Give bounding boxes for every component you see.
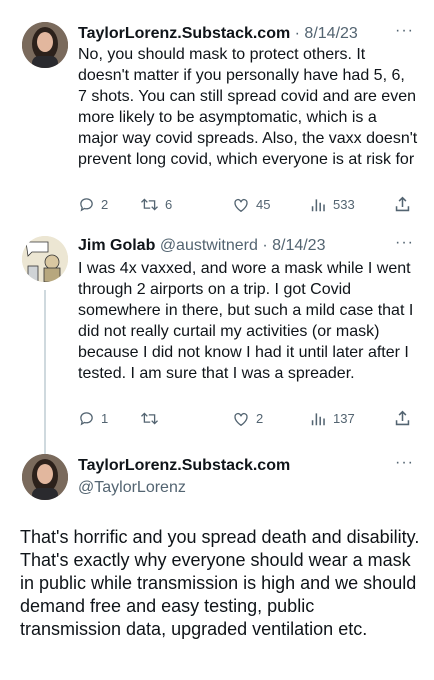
- separator: ·: [257, 237, 273, 254]
- retweet-button[interactable]: 6: [140, 194, 172, 214]
- share-button[interactable]: [394, 408, 411, 428]
- tweet-1-header: TaylorLorenz.Substack.com · 8/14/23: [78, 24, 358, 44]
- tweet-date[interactable]: 8/14/23: [304, 25, 357, 42]
- like-button[interactable]: 2: [232, 408, 263, 428]
- tweet-date[interactable]: 8/14/23: [272, 237, 325, 254]
- more-icon[interactable]: ···: [395, 234, 414, 252]
- tweet-actions: 2 6 45 533: [78, 194, 418, 214]
- views-button[interactable]: 533: [310, 194, 355, 214]
- tweet-2[interactable]: Jim Golab @austwitnerd · 8/14/23 ··· I w…: [0, 226, 434, 456]
- display-name[interactable]: TaylorLorenz.Substack.com: [78, 25, 290, 42]
- share-button[interactable]: [394, 194, 411, 214]
- tweet-actions: 1 2 137: [78, 408, 418, 428]
- like-icon: [232, 196, 250, 213]
- retweet-icon: [140, 196, 159, 213]
- like-icon: [232, 410, 250, 427]
- display-name[interactable]: TaylorLorenz.Substack.com: [78, 457, 290, 474]
- reply-button[interactable]: 2: [78, 194, 108, 214]
- views-count: 137: [333, 410, 355, 426]
- tweet-text: I was 4x vaxxed, and wore a mask while I…: [78, 260, 414, 382]
- display-name[interactable]: Jim Golab: [78, 237, 155, 254]
- like-count: 2: [256, 410, 264, 426]
- views-button[interactable]: 137: [310, 408, 355, 428]
- views-icon: [310, 196, 327, 213]
- reply-count: 1: [101, 410, 109, 426]
- avatar-taylor[interactable]: [22, 22, 68, 68]
- like-count: 45: [256, 196, 271, 212]
- retweet-button[interactable]: [140, 408, 165, 428]
- tweet-3-main[interactable]: TaylorLorenz.Substack.com @TaylorLorenz …: [0, 444, 434, 680]
- tweet-2-header: Jim Golab @austwitnerd · 8/14/23: [78, 236, 325, 256]
- more-icon[interactable]: ···: [395, 22, 414, 40]
- separator: ·: [290, 25, 305, 42]
- reply-count: 2: [101, 196, 109, 212]
- retweet-icon: [140, 410, 159, 427]
- tweet-3-header: TaylorLorenz.Substack.com: [78, 456, 290, 476]
- share-icon: [394, 410, 411, 427]
- like-button[interactable]: 45: [232, 194, 270, 214]
- reply-icon: [78, 410, 95, 427]
- avatar-jim[interactable]: [22, 236, 68, 282]
- reply-button[interactable]: 1: [78, 408, 108, 428]
- share-icon: [394, 196, 411, 213]
- tweet-text: That's horrific and you spread death and…: [20, 527, 420, 639]
- reply-icon: [78, 196, 95, 213]
- avatar-taylor[interactable]: [22, 454, 68, 500]
- tweet-1[interactable]: TaylorLorenz.Substack.com · 8/14/23 ··· …: [0, 0, 434, 226]
- thread-line: [44, 290, 46, 456]
- handle[interactable]: @austwitnerd: [160, 237, 258, 254]
- handle[interactable]: @TaylorLorenz: [78, 478, 186, 498]
- retweet-count: 6: [165, 196, 173, 212]
- views-count: 533: [333, 196, 355, 212]
- views-icon: [310, 410, 327, 427]
- more-icon[interactable]: ···: [395, 454, 414, 472]
- tweet-text: No, you should mask to protect others. I…: [78, 46, 418, 168]
